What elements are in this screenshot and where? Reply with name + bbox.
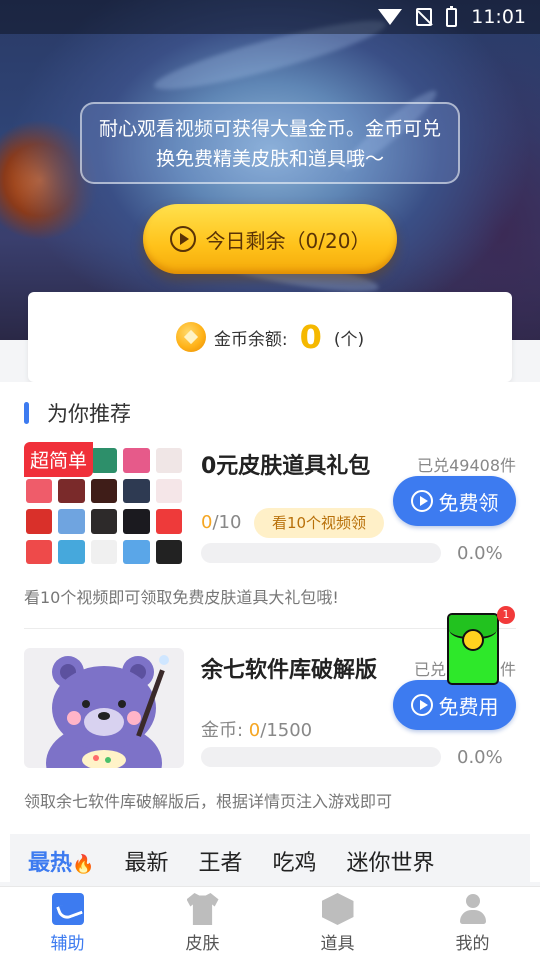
play-icon: [169, 226, 196, 252]
box-icon: [321, 893, 354, 925]
watch-requirement-tag: 看10个视频领: [254, 508, 384, 538]
item-thumbnail: [24, 648, 184, 768]
balance-unit: (个): [333, 329, 365, 350]
section-title: 为你推荐: [47, 402, 131, 426]
coin-balance-card: 金币余额: 0 (个): [28, 292, 512, 382]
balance-label: 金币余额:: [213, 329, 288, 350]
nav-mine[interactable]: 我的: [405, 887, 540, 960]
hint-notice: 耐心观看视频可获得大量金币。金币可兑换免费精美皮肤和道具哦～: [80, 102, 460, 184]
item-title: 余七软件库破解版: [201, 658, 378, 683]
progress-percent: 0.0%: [457, 543, 503, 564]
section-header: 为你推荐: [24, 398, 131, 428]
user-icon: [457, 893, 489, 925]
tab-latest[interactable]: 最新: [124, 845, 168, 877]
nav-skin[interactable]: 皮肤: [135, 887, 270, 960]
progress-percent: 0.0%: [457, 747, 503, 768]
section-accent-bar: [24, 402, 29, 424]
bear-illustration: [46, 655, 169, 768]
progress-bar: [201, 543, 441, 563]
category-tabs: 最热🔥 最新 王者 吃鸡 迷你世界: [10, 834, 530, 888]
fire-icon: 🔥: [72, 854, 95, 875]
today-remaining-button[interactable]: 今日剩余 （0/20）: [143, 204, 397, 274]
tab-hottest[interactable]: 最热🔥: [28, 845, 94, 877]
today-remaining-count: （0/20）: [285, 228, 371, 253]
item-description: 领取余七软件库破解版后，根据详情页注入游戏即可: [24, 792, 393, 811]
progress-count: 0/10: [201, 512, 242, 533]
list-item[interactable]: 超简单 0元皮肤道具礼包 已兑49408件 0/10 看10个视频领 0.0% …: [0, 442, 540, 622]
no-sim-icon: [416, 8, 433, 26]
red-packet-float-button[interactable]: [447, 613, 499, 685]
coin-icon: [175, 322, 206, 352]
price-progress: 金币: 0/1500: [201, 720, 313, 741]
bottom-nav: 辅助 皮肤 道具 我的: [0, 886, 540, 960]
wifi-icon: [378, 9, 403, 25]
use-free-button[interactable]: 免费用: [393, 680, 516, 730]
claim-free-button[interactable]: 免费领: [393, 476, 516, 526]
nav-assist[interactable]: 辅助: [0, 887, 135, 960]
item-description: 看10个视频即可领取免费皮肤道具大礼包哦!: [24, 588, 339, 607]
assist-icon: [51, 893, 84, 925]
play-icon: [410, 490, 433, 512]
balance-value: 0: [299, 318, 322, 356]
coin-icon: [462, 629, 484, 651]
play-icon: [410, 694, 433, 716]
nav-assist-label: 辅助: [50, 934, 85, 954]
use-free-label: 免费用: [438, 694, 499, 719]
divider: [24, 628, 516, 629]
today-remaining-label: 今日剩余: [205, 228, 286, 253]
tab-wangzhe[interactable]: 王者: [198, 845, 242, 877]
nav-skin-label: 皮肤: [185, 934, 220, 954]
nav-mine-label: 我的: [455, 934, 490, 954]
status-time: 11:01: [471, 6, 526, 28]
item-title: 0元皮肤道具礼包: [201, 454, 371, 479]
shirt-icon: [186, 893, 219, 925]
nav-props-label: 道具: [320, 934, 355, 954]
notification-badge: 1: [497, 606, 515, 624]
redeemed-count: 已兑49408件: [417, 456, 516, 475]
nav-props[interactable]: 道具: [270, 887, 405, 960]
easy-badge: 超简单: [24, 442, 94, 477]
hero-banner: 11:01 耐心观看视频可获得大量金币。金币可兑换免费精美皮肤和道具哦～ 今日剩…: [0, 0, 540, 340]
status-bar: 11:01: [0, 0, 540, 34]
tab-chiji[interactable]: 吃鸡: [272, 845, 316, 877]
tab-mini-world[interactable]: 迷你世界: [346, 845, 434, 877]
claim-free-label: 免费领: [438, 490, 499, 515]
progress-bar: [201, 747, 441, 767]
battery-icon: [446, 5, 458, 27]
